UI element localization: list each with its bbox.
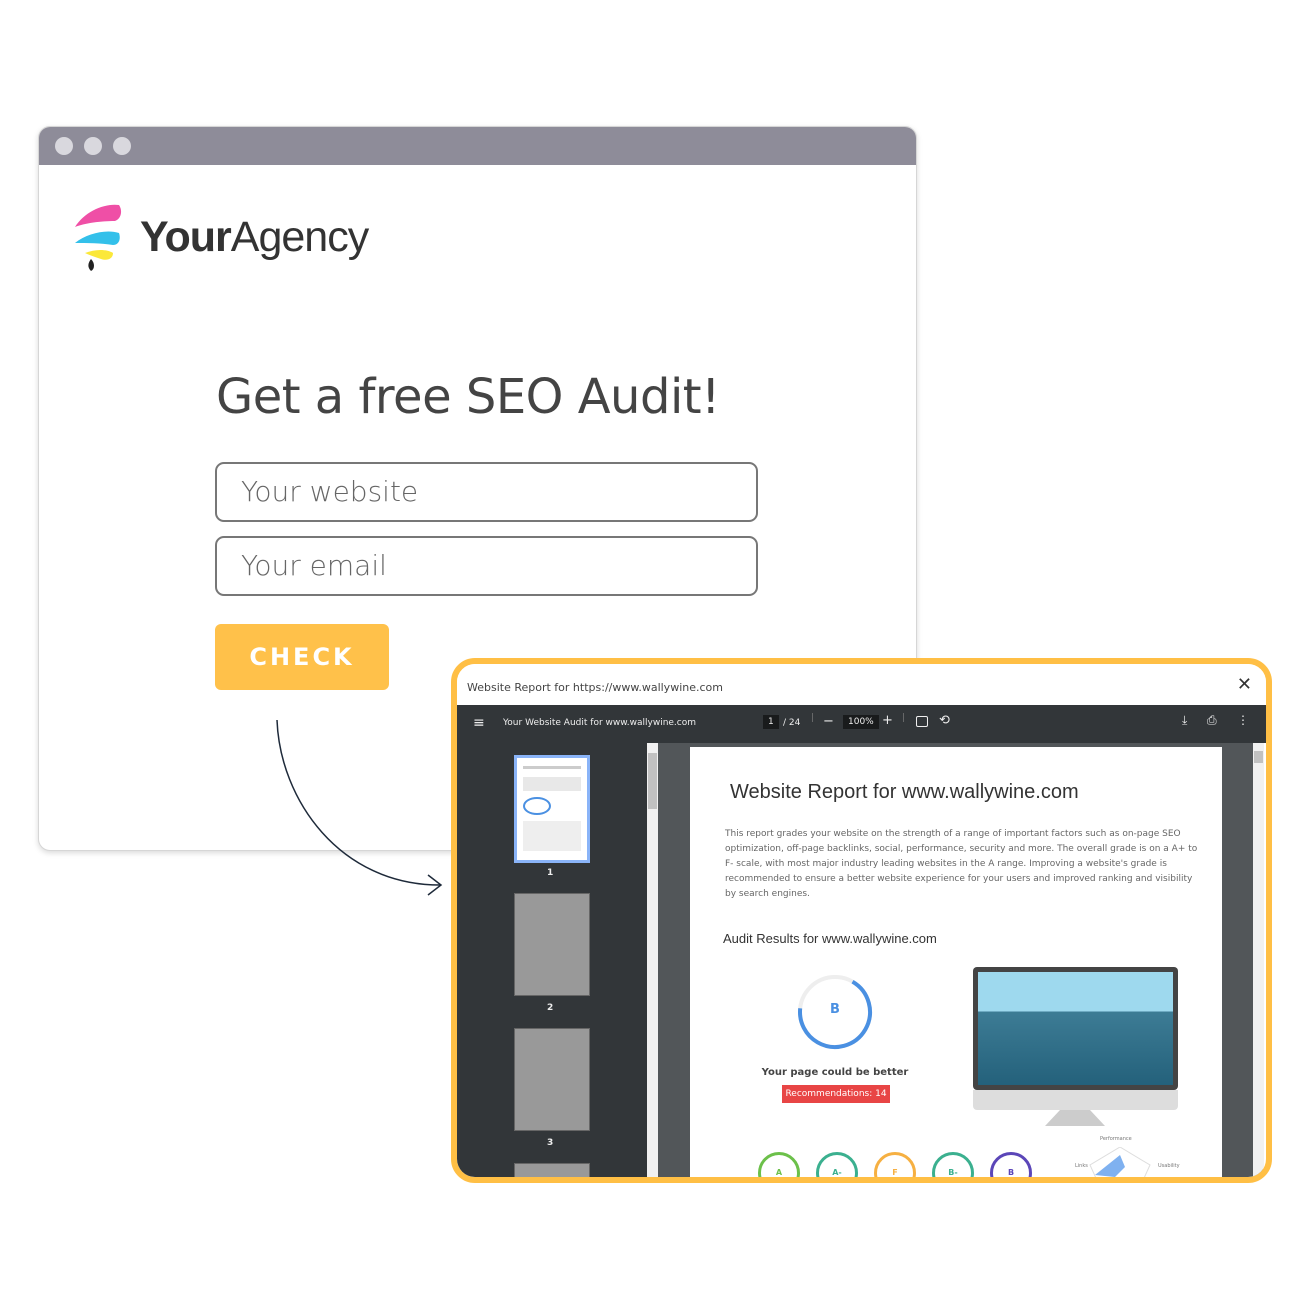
window-dot-minimize[interactable] [84,137,102,155]
sub-grade-label: F [892,1168,898,1177]
print-icon[interactable]: ⎙ [1207,713,1217,728]
brand-name: YourAgency [140,213,369,262]
viewer-scrollbar[interactable] [1253,743,1264,1177]
more-icon[interactable]: ⋮ [1237,713,1249,727]
window-dot-maximize[interactable] [113,137,131,155]
check-button[interactable]: CHECK [215,624,389,690]
sub-grade-ring: B- [932,1152,974,1177]
rotate-icon[interactable]: ⟲ [939,713,950,728]
pdf-toolbar: ≡ Your Website Audit for www.wallywine.c… [457,705,1266,743]
sub-grade-label: B [1007,1168,1015,1177]
report-intro: This report grades your website on the s… [725,829,1198,899]
radar-chart [1089,1147,1151,1177]
thumbnail-label: 1 [547,868,554,878]
recommendations-badge: Recommendations: 14 [782,1085,890,1103]
sub-grade-label: B- [948,1168,958,1177]
report-title: Website Report for www.wallywine.com [730,781,1079,803]
sub-grade-ring: F [874,1152,916,1177]
grade-caption: Your page could be better [761,1067,909,1078]
report-popup: Website Report for https://www.wallywine… [451,658,1272,1183]
radar-label: Performance [1100,1136,1132,1142]
sub-grade-ring: A [758,1152,800,1177]
sub-grade-label: A [775,1168,783,1177]
sidebar-scrollbar[interactable] [647,743,658,1177]
divider: | [902,713,906,723]
overall-grade: B [830,1002,840,1017]
zoom-out-icon[interactable]: − [823,714,834,729]
agency-logo-icon [75,204,122,271]
thumbnail-page-3[interactable] [514,1028,590,1131]
sub-grade-ring: A- [816,1152,858,1177]
close-icon[interactable]: ✕ [1237,674,1252,695]
title-bar [39,127,916,165]
monitor-stand [1045,1110,1105,1126]
zoom-in-icon[interactable]: + [882,713,893,728]
form-heading: Get a free SEO Audit! [216,369,720,425]
thumbnail-page-1[interactable] [514,755,590,863]
zoom-input[interactable]: 100% [843,715,879,729]
audit-heading: Audit Results for www.wallywine.com [723,931,937,946]
divider: | [811,713,815,723]
page-number-input[interactable]: 1 [763,715,779,729]
popup-header: Website Report for https://www.wallywine… [457,664,1266,705]
email-input[interactable]: Your email [215,536,758,596]
thumbnail-page-2[interactable] [514,893,590,996]
menu-icon[interactable]: ≡ [473,715,485,731]
thumbnail-page-4[interactable] [514,1163,590,1177]
thumbnail-label: 2 [547,1003,554,1013]
thumbnail-sidebar: 1 2 3 [457,743,647,1177]
page-total: / 24 [783,718,801,728]
monitor-chin [973,1090,1178,1110]
sub-grade-ring: B [990,1152,1032,1177]
download-icon[interactable]: ⤓ [1182,713,1187,728]
website-screenshot-monitor [973,967,1178,1090]
radar-label: Usability [1158,1163,1180,1169]
doc-title: Your Website Audit for www.wallywine.com [503,718,697,728]
fit-page-icon[interactable] [916,716,928,727]
window-dot-close[interactable] [55,137,73,155]
website-input[interactable]: Your website [215,462,758,522]
thumbnail-label: 3 [547,1138,554,1148]
brand-light: Agency [230,213,369,261]
brand-bold: Your [140,213,232,261]
pdf-page: Website Report for www.wallywine.com Thi… [690,747,1222,1177]
sub-grade-label: A- [832,1168,842,1177]
popup-title: Website Report for https://www.wallywine… [467,681,723,694]
